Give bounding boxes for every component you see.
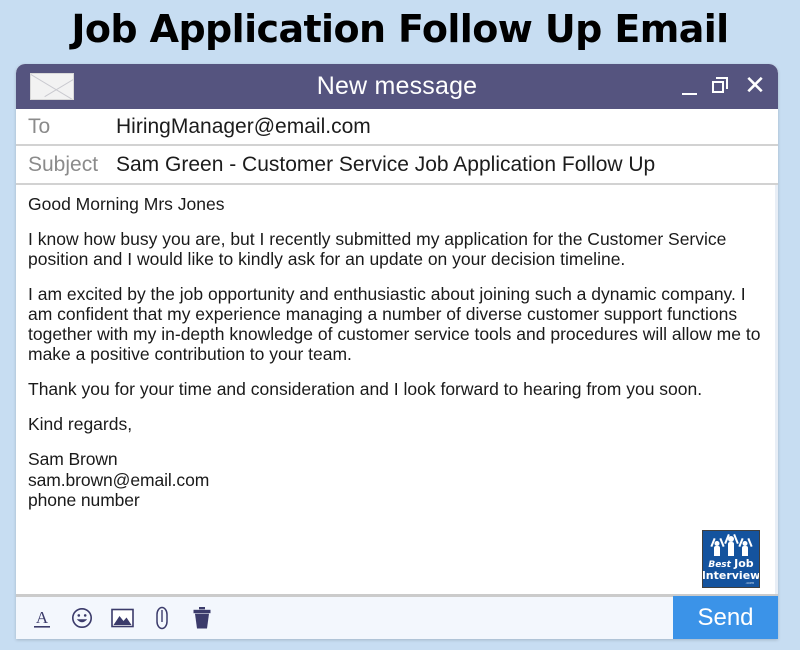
- window-titlebar: New message ✕: [16, 64, 778, 109]
- insert-image-icon[interactable]: [109, 604, 135, 632]
- body-greeting: Good Morning Mrs Jones: [28, 194, 225, 214]
- compose-toolbar: A Send: [16, 594, 778, 639]
- signature-name: Sam Brown: [28, 449, 118, 470]
- page-title: Job Application Follow Up Email: [71, 7, 729, 51]
- window-title: New message: [316, 72, 478, 100]
- close-icon[interactable]: ✕: [744, 72, 766, 99]
- svg-text:A: A: [36, 608, 49, 627]
- body-paragraph-1: I know how busy you are, but I recently …: [28, 228, 727, 269]
- signature-phone: phone number: [28, 490, 140, 511]
- body-closing: Kind regards,: [28, 413, 133, 434]
- body-paragraph-3: Thank you for your time and consideratio…: [28, 378, 703, 399]
- emoji-icon[interactable]: [69, 604, 95, 632]
- text-format-icon[interactable]: A: [29, 604, 55, 632]
- logo-figures-icon: [709, 533, 753, 557]
- to-field-label: To: [28, 114, 51, 138]
- subject-input[interactable]: Sam Green - Customer Service Job Applica…: [116, 153, 778, 177]
- best-job-interview-logo: Best Job Interview .com: [702, 530, 760, 588]
- logo-text-domain: .com: [745, 580, 754, 586]
- attachment-icon[interactable]: [149, 604, 175, 632]
- logo-text-best: Best Job: [708, 556, 754, 570]
- minimize-icon[interactable]: [678, 75, 700, 99]
- to-field-row[interactable]: To HiringManager@email.com: [16, 109, 778, 146]
- send-button[interactable]: Send: [673, 595, 778, 639]
- body-paragraph-2: I am excited by the job opportunity and …: [28, 283, 761, 364]
- signature-email: sam.brown@email.com: [28, 469, 210, 490]
- window-controls: ✕: [678, 72, 766, 99]
- subject-field-row[interactable]: Subject Sam Green - Customer Service Job…: [16, 146, 778, 185]
- message-body[interactable]: Good Morning Mrs Jones I know how busy y…: [16, 185, 778, 594]
- toolbar-icon-group: A: [16, 604, 215, 632]
- envelope-icon: [30, 73, 74, 100]
- maximize-icon[interactable]: [711, 75, 733, 99]
- body-scrollbar[interactable]: [775, 185, 778, 594]
- signature-block: Sam Brown sam.brown@email.com phone numb…: [28, 449, 762, 510]
- delete-icon[interactable]: [189, 604, 215, 632]
- subject-field-label: Subject: [28, 152, 99, 176]
- to-input[interactable]: HiringManager@email.com: [116, 115, 778, 139]
- compose-window: New message ✕ To HiringManager@email.com…: [16, 64, 778, 639]
